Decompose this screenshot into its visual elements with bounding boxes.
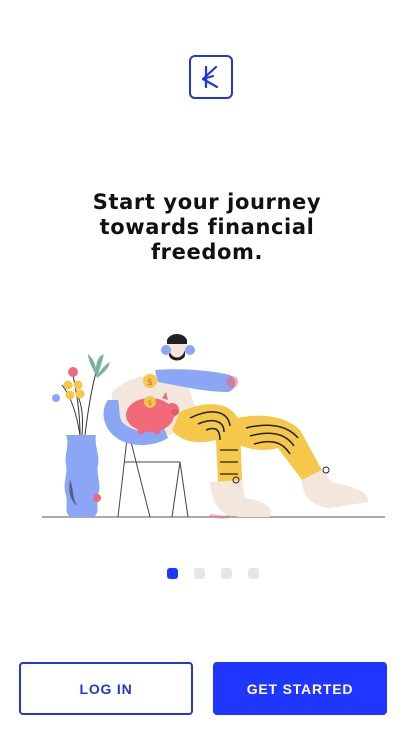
onboarding-pager (167, 568, 259, 579)
piggy-bank-relaxing-illustration: $ $ (40, 330, 388, 525)
headline-line-2: towards financial (99, 215, 315, 239)
pager-dot-1[interactable] (167, 568, 178, 579)
headline-line-3: freedom. (150, 240, 264, 264)
brand-logo-icon (189, 55, 233, 99)
pager-dot-2[interactable] (194, 568, 205, 579)
pager-dot-3[interactable] (221, 568, 232, 579)
pager-dot-4[interactable] (248, 568, 259, 579)
login-button[interactable]: LOG IN (19, 662, 193, 715)
headline-line-1: Start your journey (92, 190, 322, 214)
svg-text:$: $ (147, 378, 153, 388)
onboarding-headline: Start your journey towards financial fre… (40, 190, 374, 265)
svg-text:$: $ (148, 399, 152, 407)
get-started-button[interactable]: GET STARTED (213, 662, 387, 715)
